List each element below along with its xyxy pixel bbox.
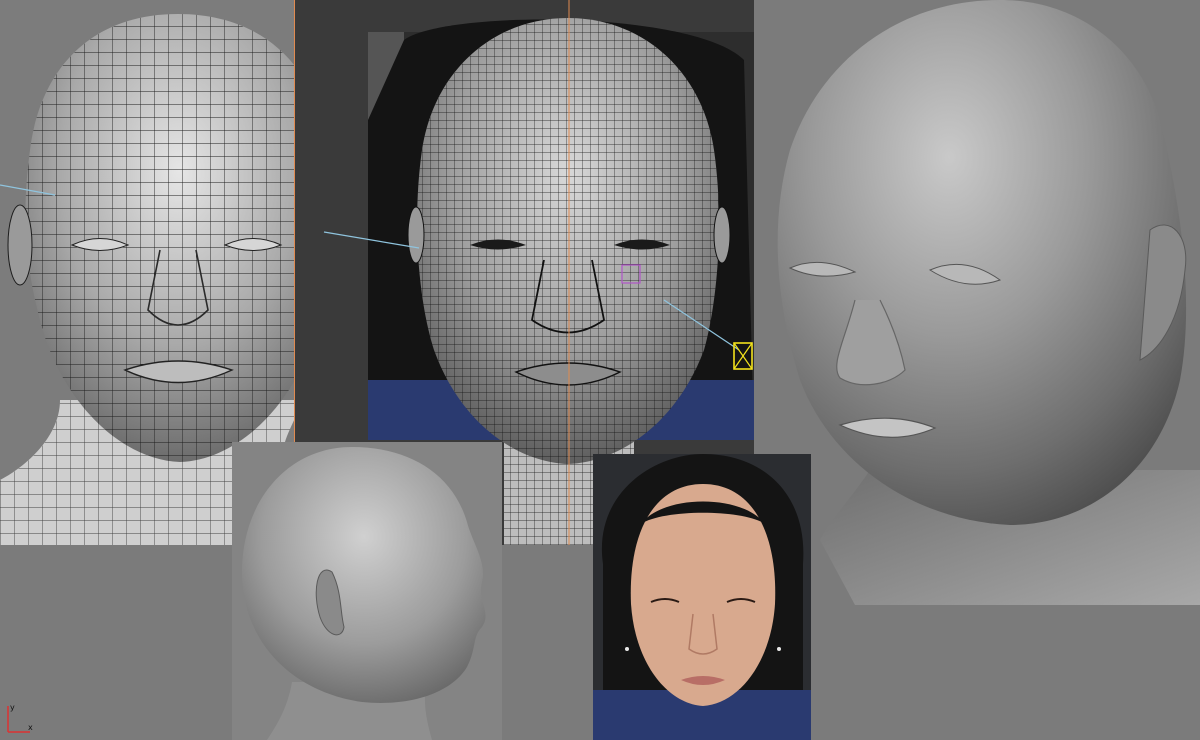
- axis-x-label: x: [28, 723, 33, 732]
- profile-render-viewport[interactable]: [232, 442, 502, 740]
- reference-photo: [593, 454, 811, 740]
- perspective-render-viewport[interactable]: [760, 0, 1200, 625]
- profile-head-render: [242, 447, 486, 740]
- axis-gizmo: y x: [4, 700, 36, 736]
- reference-portrait: [593, 454, 811, 740]
- axis-y-label: y: [10, 703, 15, 712]
- smooth-head-render: [777, 0, 1200, 605]
